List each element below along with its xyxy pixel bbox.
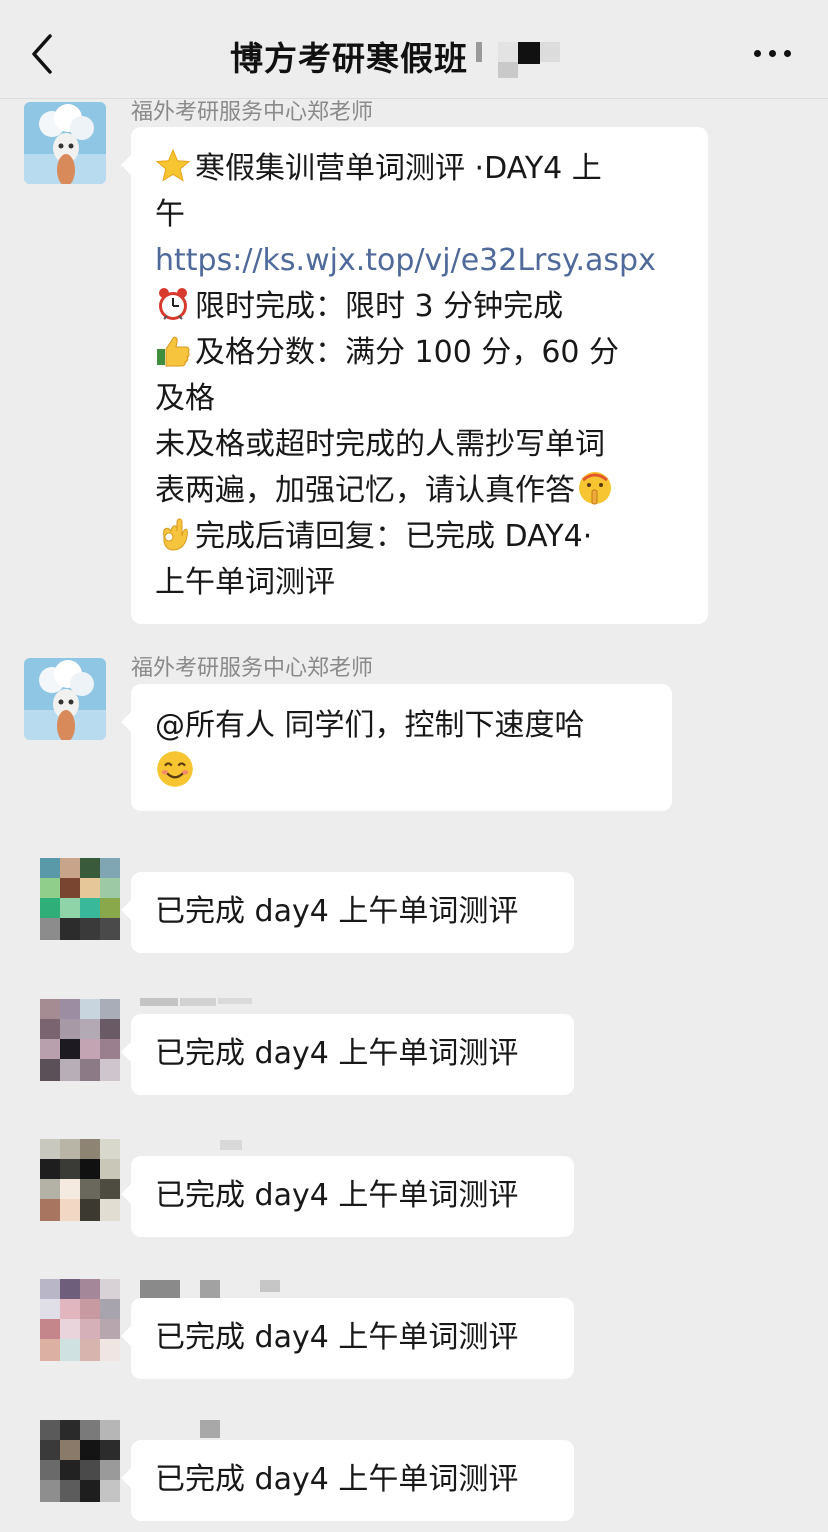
sender-name-blurred	[140, 1280, 280, 1300]
message-line: 已完成 day4 上午单词测评	[155, 1320, 519, 1355]
message-bubble[interactable]: 已完成 day4 上午单词测评	[121, 1014, 574, 1095]
message-line: 表两遍，加强记忆，请认真作答	[155, 468, 708, 514]
sender-name: 福外考研服务中心郑老师	[131, 656, 374, 681]
ok-hand-icon	[163, 518, 188, 551]
message-line	[155, 749, 672, 797]
avatar-pixelated[interactable]	[40, 1279, 120, 1361]
smiling-face-icon	[157, 751, 193, 787]
avatar-pixelated[interactable]	[40, 858, 120, 940]
message-line: 及格分数：满分 100 分，60 分	[155, 330, 708, 376]
shushing-face-icon	[579, 472, 611, 505]
sender-name-blurred	[200, 1420, 220, 1438]
message-link[interactable]: https://ks.wjx.top/vj/e32Lrsy.aspx	[155, 238, 708, 284]
avatar[interactable]	[24, 102, 106, 184]
thumbs-up-icon	[157, 336, 190, 367]
avatar-pixelated[interactable]	[40, 999, 120, 1081]
message-line: 限时完成：限时 3 分钟完成	[155, 284, 708, 330]
avatar-image	[24, 102, 106, 184]
avatar-image	[24, 658, 106, 740]
message-bubble[interactable]: 寒假集训营单词测评 ·DAY4 上 午 https://ks.wjx.top/v…	[121, 127, 708, 624]
message-line: 寒假集训营单词测评 ·DAY4 上	[155, 146, 708, 192]
message-line: 及格	[155, 381, 215, 416]
chat-title: 博方考研寒假班	[230, 39, 468, 78]
avatar-pixelated[interactable]	[40, 1420, 120, 1502]
nav-bar: 博方考研寒假班	[0, 0, 828, 99]
sender-name-blurred	[220, 1140, 242, 1150]
message-bubble[interactable]: 已完成 day4 上午单词测评	[121, 1298, 574, 1379]
message-bubble[interactable]: 已完成 day4 上午单词测评	[121, 1440, 574, 1521]
message-bubble[interactable]: 已完成 day4 上午单词测评	[121, 1156, 574, 1237]
message-line: 未及格或超时完成的人需抄写单词	[155, 427, 605, 462]
sender-name: 福外考研服务中心郑老师	[131, 100, 374, 125]
message-line: @所有人 同学们，控制下速度哈	[155, 708, 585, 743]
message-line: 已完成 day4 上午单词测评	[155, 1178, 519, 1213]
chevron-left-icon	[32, 34, 52, 74]
message-line: 完成后请回复：已完成 DAY4·	[155, 514, 708, 560]
back-button[interactable]	[22, 28, 66, 80]
star-icon	[155, 148, 191, 182]
more-button[interactable]	[748, 38, 798, 68]
title-member-count-blurred	[476, 36, 566, 80]
avatar[interactable]	[24, 658, 106, 740]
message-bubble[interactable]: @所有人 同学们，控制下速度哈	[121, 684, 672, 811]
message-line: 午	[155, 197, 185, 232]
alarm-clock-icon	[159, 288, 187, 320]
chat-screen: 博方考研寒假班 福外考研服务中心郑老师 寒假集训营单词测评 ·DAY4 上 午 …	[0, 0, 828, 1532]
message-line: 已完成 day4 上午单词测评	[155, 1462, 519, 1497]
message-line: 上午单词测评	[155, 565, 335, 600]
message-line: 已完成 day4 上午单词测评	[155, 1036, 519, 1071]
avatar-pixelated[interactable]	[40, 1139, 120, 1221]
message-bubble[interactable]: 已完成 day4 上午单词测评	[121, 872, 574, 953]
message-line: 已完成 day4 上午单词测评	[155, 894, 519, 929]
sender-name-blurred	[140, 998, 252, 1008]
